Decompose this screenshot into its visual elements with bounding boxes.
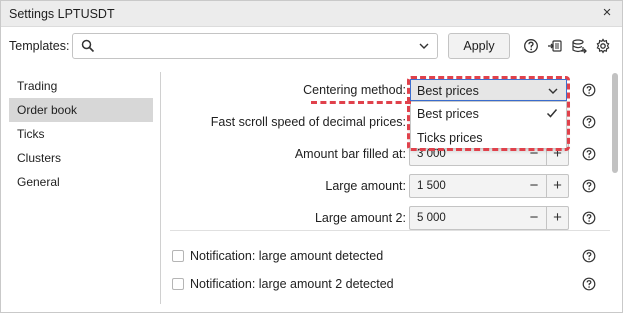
decrement-button[interactable]: −: [523, 207, 545, 229]
large-amount-value[interactable]: 1 500: [417, 180, 446, 192]
search-icon: [81, 39, 95, 53]
centering-method-menu: Best prices Ticks prices: [410, 101, 567, 149]
option-label: Best prices: [417, 107, 479, 121]
help-icon[interactable]: [582, 211, 596, 225]
large-amount-2-value[interactable]: 5 000: [417, 212, 446, 224]
notification-large-label: Notification: large amount detected: [190, 249, 384, 263]
large-amount-2-stepper[interactable]: 5 000 − +: [409, 206, 569, 230]
apply-button[interactable]: Apply: [448, 33, 510, 59]
settings-icon[interactable]: [595, 38, 611, 54]
sidebar-item-clusters[interactable]: Clusters: [9, 146, 153, 170]
templates-toolbar: Templates: Apply: [1, 28, 622, 64]
help-icon[interactable]: [582, 83, 596, 97]
option-best-prices[interactable]: Best prices: [411, 102, 566, 126]
checkmark-icon: [546, 109, 558, 118]
notification-large-2-checkbox-row[interactable]: Notification: large amount 2 detected: [172, 276, 472, 294]
notification-large-checkbox-row[interactable]: Notification: large amount detected: [172, 248, 472, 266]
large-amount-2-label: Large amount 2:: [314, 211, 406, 225]
sidebar-item-trading[interactable]: Trading: [9, 74, 153, 98]
sidebar-item-general[interactable]: General: [9, 170, 153, 194]
notification-large-2-checkbox[interactable]: [172, 278, 184, 290]
centering-method-label: Centering method:: [303, 83, 406, 97]
large-amount-stepper[interactable]: 1 500 − +: [409, 174, 569, 198]
help-icon[interactable]: [582, 249, 596, 263]
title-bar: Settings LPTUSDT ×: [1, 1, 622, 27]
section-divider: [170, 230, 610, 231]
help-icon[interactable]: [523, 38, 539, 54]
sidebar-item-order-book[interactable]: Order book: [9, 98, 153, 122]
fast-scroll-label: Fast scroll speed of decimal prices:: [210, 115, 406, 129]
option-label: Ticks prices: [417, 131, 483, 145]
templates-search-input[interactable]: [72, 33, 438, 59]
chevron-down-icon[interactable]: [419, 42, 429, 50]
notification-large-checkbox[interactable]: [172, 250, 184, 262]
import-icon[interactable]: [547, 38, 563, 54]
option-ticks-prices[interactable]: Ticks prices: [411, 126, 566, 150]
amount-bar-filled-label: Amount bar filled at:: [294, 147, 406, 161]
centering-method-value: Best prices: [417, 84, 479, 98]
window-title: Settings LPTUSDT: [9, 7, 115, 21]
panel-scrollbar[interactable]: [612, 73, 618, 303]
help-icon[interactable]: [582, 147, 596, 161]
scrollbar-thumb[interactable]: [612, 73, 618, 173]
templates-label: Templates:: [9, 39, 70, 53]
help-icon[interactable]: [582, 115, 596, 129]
large-amount-label: Large amount:: [325, 179, 406, 193]
centering-method-select[interactable]: Best prices: [410, 79, 567, 101]
decrement-button[interactable]: −: [523, 175, 545, 197]
export-icon[interactable]: [571, 38, 587, 54]
notification-large-2-label: Notification: large amount 2 detected: [190, 277, 394, 291]
sidebar-item-ticks[interactable]: Ticks: [9, 122, 153, 146]
increment-button[interactable]: +: [546, 175, 568, 197]
help-icon[interactable]: [582, 179, 596, 193]
chevron-down-icon: [548, 88, 558, 94]
help-icon[interactable]: [582, 277, 596, 291]
increment-button[interactable]: +: [546, 207, 568, 229]
settings-window: Settings LPTUSDT × Templates: Apply Trad…: [0, 0, 623, 313]
close-icon[interactable]: ×: [598, 4, 616, 22]
settings-sidebar: Trading Order book Ticks Clusters Genera…: [1, 72, 161, 304]
